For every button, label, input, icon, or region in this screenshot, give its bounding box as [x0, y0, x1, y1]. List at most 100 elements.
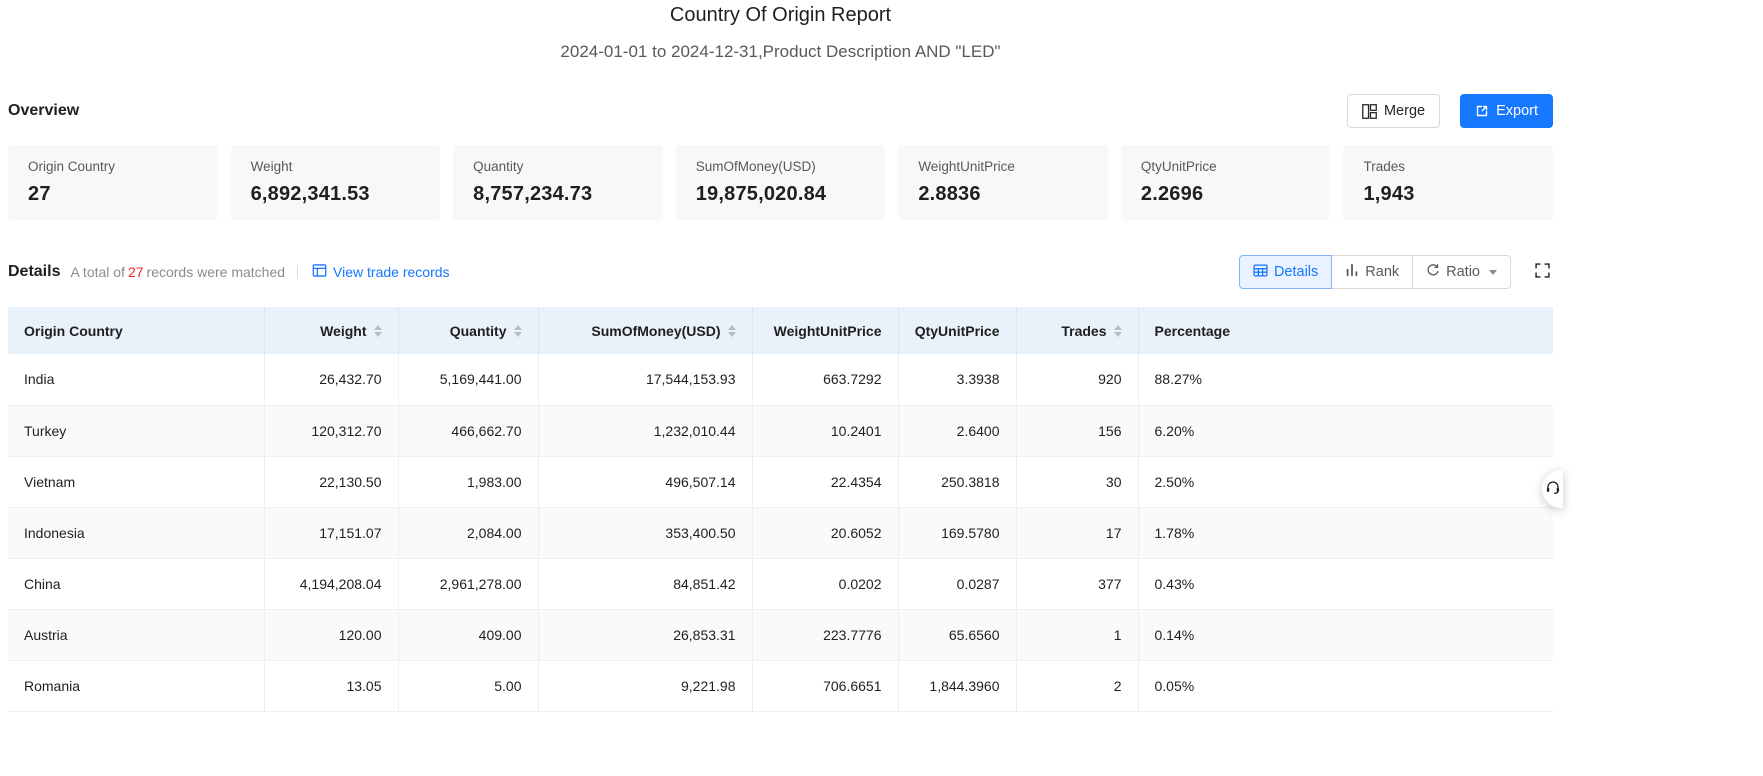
toggle-ratio-button[interactable]: Ratio	[1412, 255, 1511, 289]
cell-sumofmoney-usd: 1,232,010.44	[538, 405, 752, 456]
cell-weight: 17,151.07	[264, 507, 398, 558]
cell-origin-country: Indonesia	[8, 507, 264, 558]
sort-icon[interactable]	[1114, 325, 1122, 337]
cell-trades: 30	[1016, 456, 1138, 507]
overview-stats: Origin Country 27 Weight 6,892,341.53 Qu…	[8, 145, 1553, 220]
cell-percentage: 1.78%	[1138, 507, 1553, 558]
toggle-rank-button[interactable]: Rank	[1331, 255, 1413, 289]
cell-origin-country: Vietnam	[8, 456, 264, 507]
cell-quantity: 409.00	[398, 609, 538, 660]
fullscreen-icon	[1534, 262, 1551, 282]
cell-sumofmoney-usd: 496,507.14	[538, 456, 752, 507]
headset-icon	[1545, 479, 1561, 500]
column-label: QtyUnitPrice	[915, 323, 1000, 339]
cell-origin-country: India	[8, 354, 264, 405]
cell-percentage: 88.27%	[1138, 354, 1553, 405]
details-right: Details Rank Ratio	[1239, 255, 1553, 289]
cell-percentage: 0.05%	[1138, 660, 1553, 711]
cell-sumofmoney-usd: 17,544,153.93	[538, 354, 752, 405]
export-icon	[1475, 104, 1489, 118]
cell-weightunitprice: 20.6052	[752, 507, 898, 558]
export-button[interactable]: Export	[1460, 94, 1553, 128]
stat-card-weight: Weight 6,892,341.53	[231, 145, 441, 220]
cell-qtyunitprice: 169.5780	[898, 507, 1016, 558]
column-header-sumofmoney-usd[interactable]: SumOfMoney(USD)	[538, 307, 752, 354]
stat-card-origin-country: Origin Country 27	[8, 145, 218, 220]
view-trade-records-link[interactable]: View trade records	[312, 263, 449, 281]
cell-percentage: 0.43%	[1138, 558, 1553, 609]
stat-card-quantity: Quantity 8,757,234.73	[453, 145, 663, 220]
stat-value: 8,757,234.73	[473, 183, 643, 206]
table-row[interactable]: Indonesia17,151.072,084.00353,400.5020.6…	[8, 507, 1553, 558]
column-label: WeightUnitPrice	[774, 323, 882, 339]
cell-qtyunitprice: 0.0287	[898, 558, 1016, 609]
cell-origin-country: Romania	[8, 660, 264, 711]
table-row[interactable]: Vietnam22,130.501,983.00496,507.1422.435…	[8, 456, 1553, 507]
column-header-weight[interactable]: Weight	[264, 307, 398, 354]
merge-button-label: Merge	[1384, 104, 1425, 119]
stat-label: WeightUnitPrice	[918, 159, 1088, 174]
column-header-trades[interactable]: Trades	[1016, 307, 1138, 354]
match-summary: A total of27records were matched	[70, 264, 285, 280]
column-header-origin-country: Origin Country	[8, 307, 264, 354]
cell-qtyunitprice: 3.3938	[898, 354, 1016, 405]
cell-origin-country: Turkey	[8, 405, 264, 456]
cell-quantity: 466,662.70	[398, 405, 538, 456]
column-header-qtyunitprice: QtyUnitPrice	[898, 307, 1016, 354]
cell-trades: 17	[1016, 507, 1138, 558]
sort-icon[interactable]	[514, 325, 522, 337]
cell-weight: 13.05	[264, 660, 398, 711]
details-left: Details A total of27records were matched…	[8, 263, 450, 281]
cell-trades: 377	[1016, 558, 1138, 609]
stat-card-weightunitprice: WeightUnitPrice 2.8836	[898, 145, 1108, 220]
column-label: SumOfMoney(USD)	[591, 323, 720, 339]
stat-label: SumOfMoney(USD)	[696, 159, 866, 174]
stat-label: QtyUnitPrice	[1141, 159, 1311, 174]
table-row[interactable]: India26,432.705,169,441.0017,544,153.936…	[8, 354, 1553, 405]
stat-value: 19,875,020.84	[696, 183, 866, 206]
fullscreen-button[interactable]	[1532, 260, 1553, 284]
cell-trades: 156	[1016, 405, 1138, 456]
match-count: 27	[128, 264, 144, 280]
column-header-percentage: Percentage	[1138, 307, 1553, 354]
table-row[interactable]: Romania13.055.009,221.98706.66511,844.39…	[8, 660, 1553, 711]
cell-percentage: 6.20%	[1138, 405, 1553, 456]
rank-icon	[1345, 263, 1359, 281]
cell-trades: 2	[1016, 660, 1138, 711]
trade-records-icon	[312, 263, 327, 281]
column-header-quantity[interactable]: Quantity	[398, 307, 538, 354]
table-row[interactable]: Austria120.00409.0026,853.31223.777665.6…	[8, 609, 1553, 660]
toggle-rank-label: Rank	[1365, 264, 1399, 280]
sort-icon[interactable]	[374, 325, 382, 337]
stat-card-sumofmoney: SumOfMoney(USD) 19,875,020.84	[676, 145, 886, 220]
cell-weightunitprice: 223.7776	[752, 609, 898, 660]
cell-weightunitprice: 0.0202	[752, 558, 898, 609]
column-label: Weight	[320, 323, 366, 339]
cell-weightunitprice: 10.2401	[752, 405, 898, 456]
overview-section-title: Overview	[8, 102, 79, 120]
export-button-label: Export	[1496, 104, 1538, 119]
cell-sumofmoney-usd: 9,221.98	[538, 660, 752, 711]
toggle-ratio-label: Ratio	[1446, 264, 1480, 280]
cell-percentage: 2.50%	[1138, 456, 1553, 507]
toggle-details-button[interactable]: Details	[1239, 255, 1332, 289]
table-row[interactable]: Turkey120,312.70466,662.701,232,010.4410…	[8, 405, 1553, 456]
cell-quantity: 2,084.00	[398, 507, 538, 558]
table-body: India26,432.705,169,441.0017,544,153.936…	[8, 354, 1553, 711]
page-subtitle: 2024-01-01 to 2024-12-31,Product Descrip…	[8, 42, 1553, 62]
cell-sumofmoney-usd: 353,400.50	[538, 507, 752, 558]
details-table-icon	[1253, 263, 1268, 282]
cell-weightunitprice: 663.7292	[752, 354, 898, 405]
cell-origin-country: Austria	[8, 609, 264, 660]
stat-value: 2.8836	[918, 183, 1088, 206]
table-row[interactable]: China4,194,208.042,961,278.0084,851.420.…	[8, 558, 1553, 609]
sort-icon[interactable]	[728, 325, 736, 337]
cell-trades: 1	[1016, 609, 1138, 660]
cell-quantity: 5,169,441.00	[398, 354, 538, 405]
view-toggle-group: Details Rank Ratio	[1239, 255, 1511, 289]
column-header-weightunitprice: WeightUnitPrice	[752, 307, 898, 354]
stat-label: Weight	[251, 159, 421, 174]
merge-button[interactable]: Merge	[1347, 94, 1440, 128]
cell-weight: 120,312.70	[264, 405, 398, 456]
stat-label: Origin Country	[28, 159, 198, 174]
